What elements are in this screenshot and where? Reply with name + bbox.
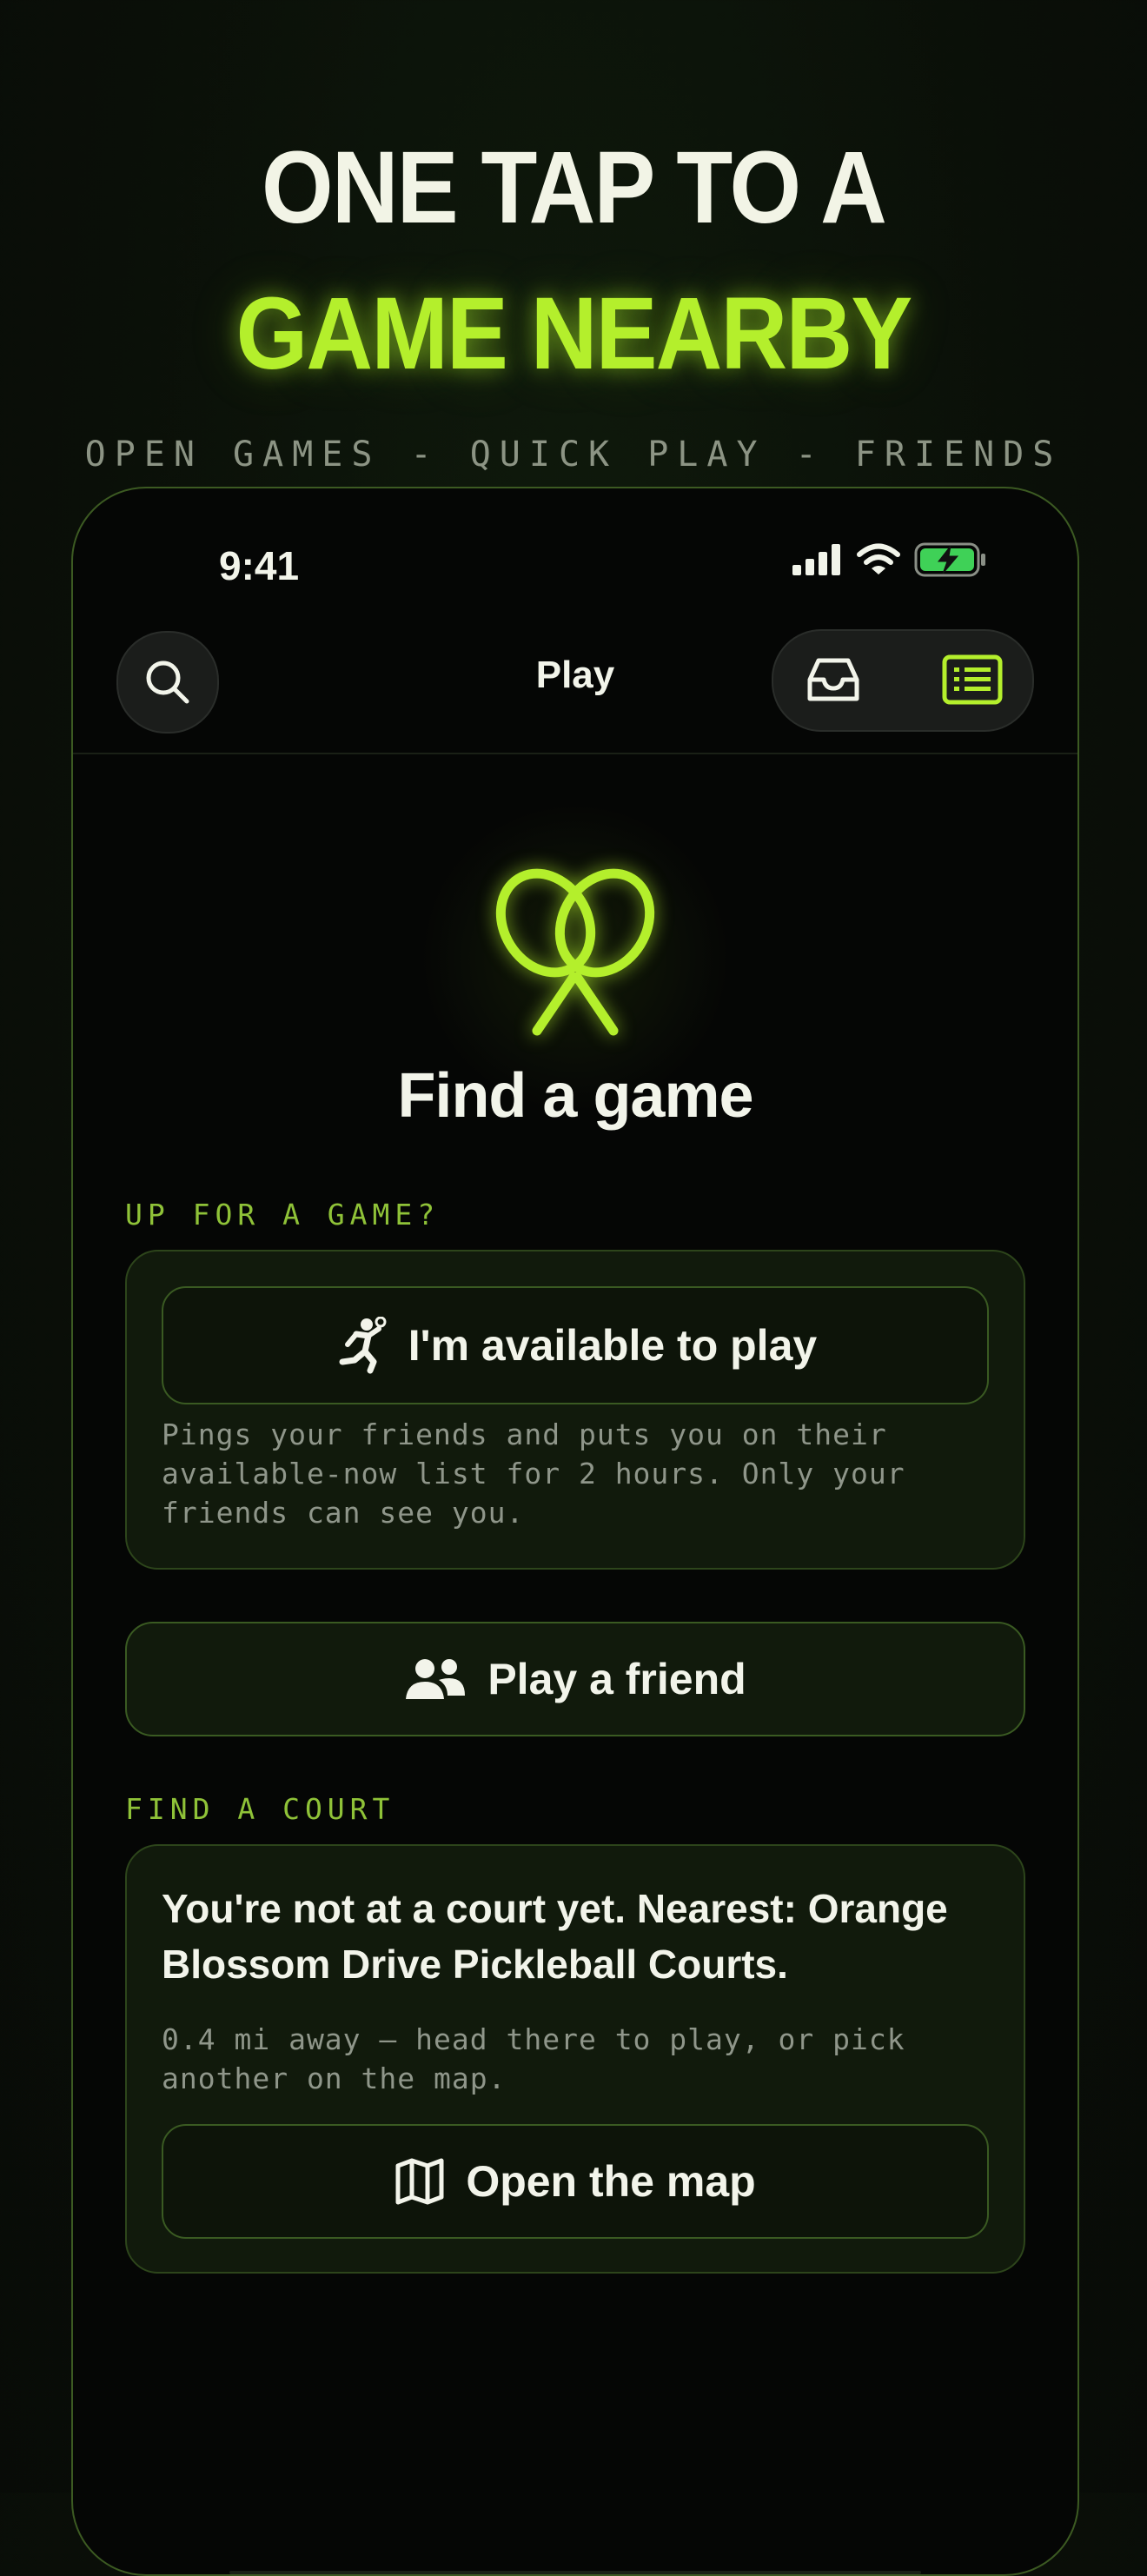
wifi-icon — [857, 543, 900, 574]
cellular-signal-icon — [792, 544, 840, 575]
play-friend-label: Play a friend — [487, 1655, 746, 1703]
court-card: You're not at a court yet. Nearest: Oran… — [125, 1844, 1025, 2274]
hero-title-line1: ONE TAP TO A — [262, 130, 887, 245]
people-icon — [406, 1659, 466, 1699]
available-to-play-label: I'm available to play — [408, 1321, 818, 1370]
open-map-label: Open the map — [466, 2157, 756, 2206]
map-icon — [395, 2158, 444, 2205]
availability-section-label: UP FOR A GAME? — [125, 1198, 441, 1232]
header-divider — [73, 753, 1077, 754]
open-map-button[interactable]: Open the map — [162, 2124, 989, 2239]
nearest-court-heading: You're not at a court yet. Nearest: Oran… — [162, 1886, 948, 1987]
inbox-icon[interactable] — [803, 654, 864, 706]
find-game-title: Find a game — [397, 1061, 753, 1131]
phone-frame: 9:41 Play Find a game UP FOR A GAME? I'm… — [71, 487, 1079, 2576]
hero-title-line2: GAME NEARBY — [235, 276, 913, 391]
battery-charging-icon — [914, 542, 985, 577]
crossed-paddles-icon — [495, 868, 655, 1036]
player-running-icon — [339, 1317, 387, 1374]
play-friend-button[interactable]: Play a friend — [125, 1622, 1025, 1736]
availability-card: I'm available to play Pings your friends… — [125, 1250, 1025, 1570]
status-time: 9:41 — [219, 543, 300, 588]
bottom-sheet-edge — [229, 2571, 921, 2574]
list-view-icon[interactable] — [942, 654, 1003, 706]
view-toggle-group — [772, 629, 1034, 732]
available-to-play-button[interactable]: I'm available to play — [162, 1286, 989, 1404]
court-section-label: FIND A COURT — [125, 1792, 395, 1826]
hero-subtitle: OPEN GAMES - QUICK PLAY - FRIENDS — [84, 435, 1063, 475]
court-distance-detail: 0.4 mi away — head there to play, or pic… — [162, 2022, 905, 2095]
status-icons — [792, 542, 987, 577]
availability-description: Pings your friends and puts you on their… — [162, 1417, 905, 1530]
